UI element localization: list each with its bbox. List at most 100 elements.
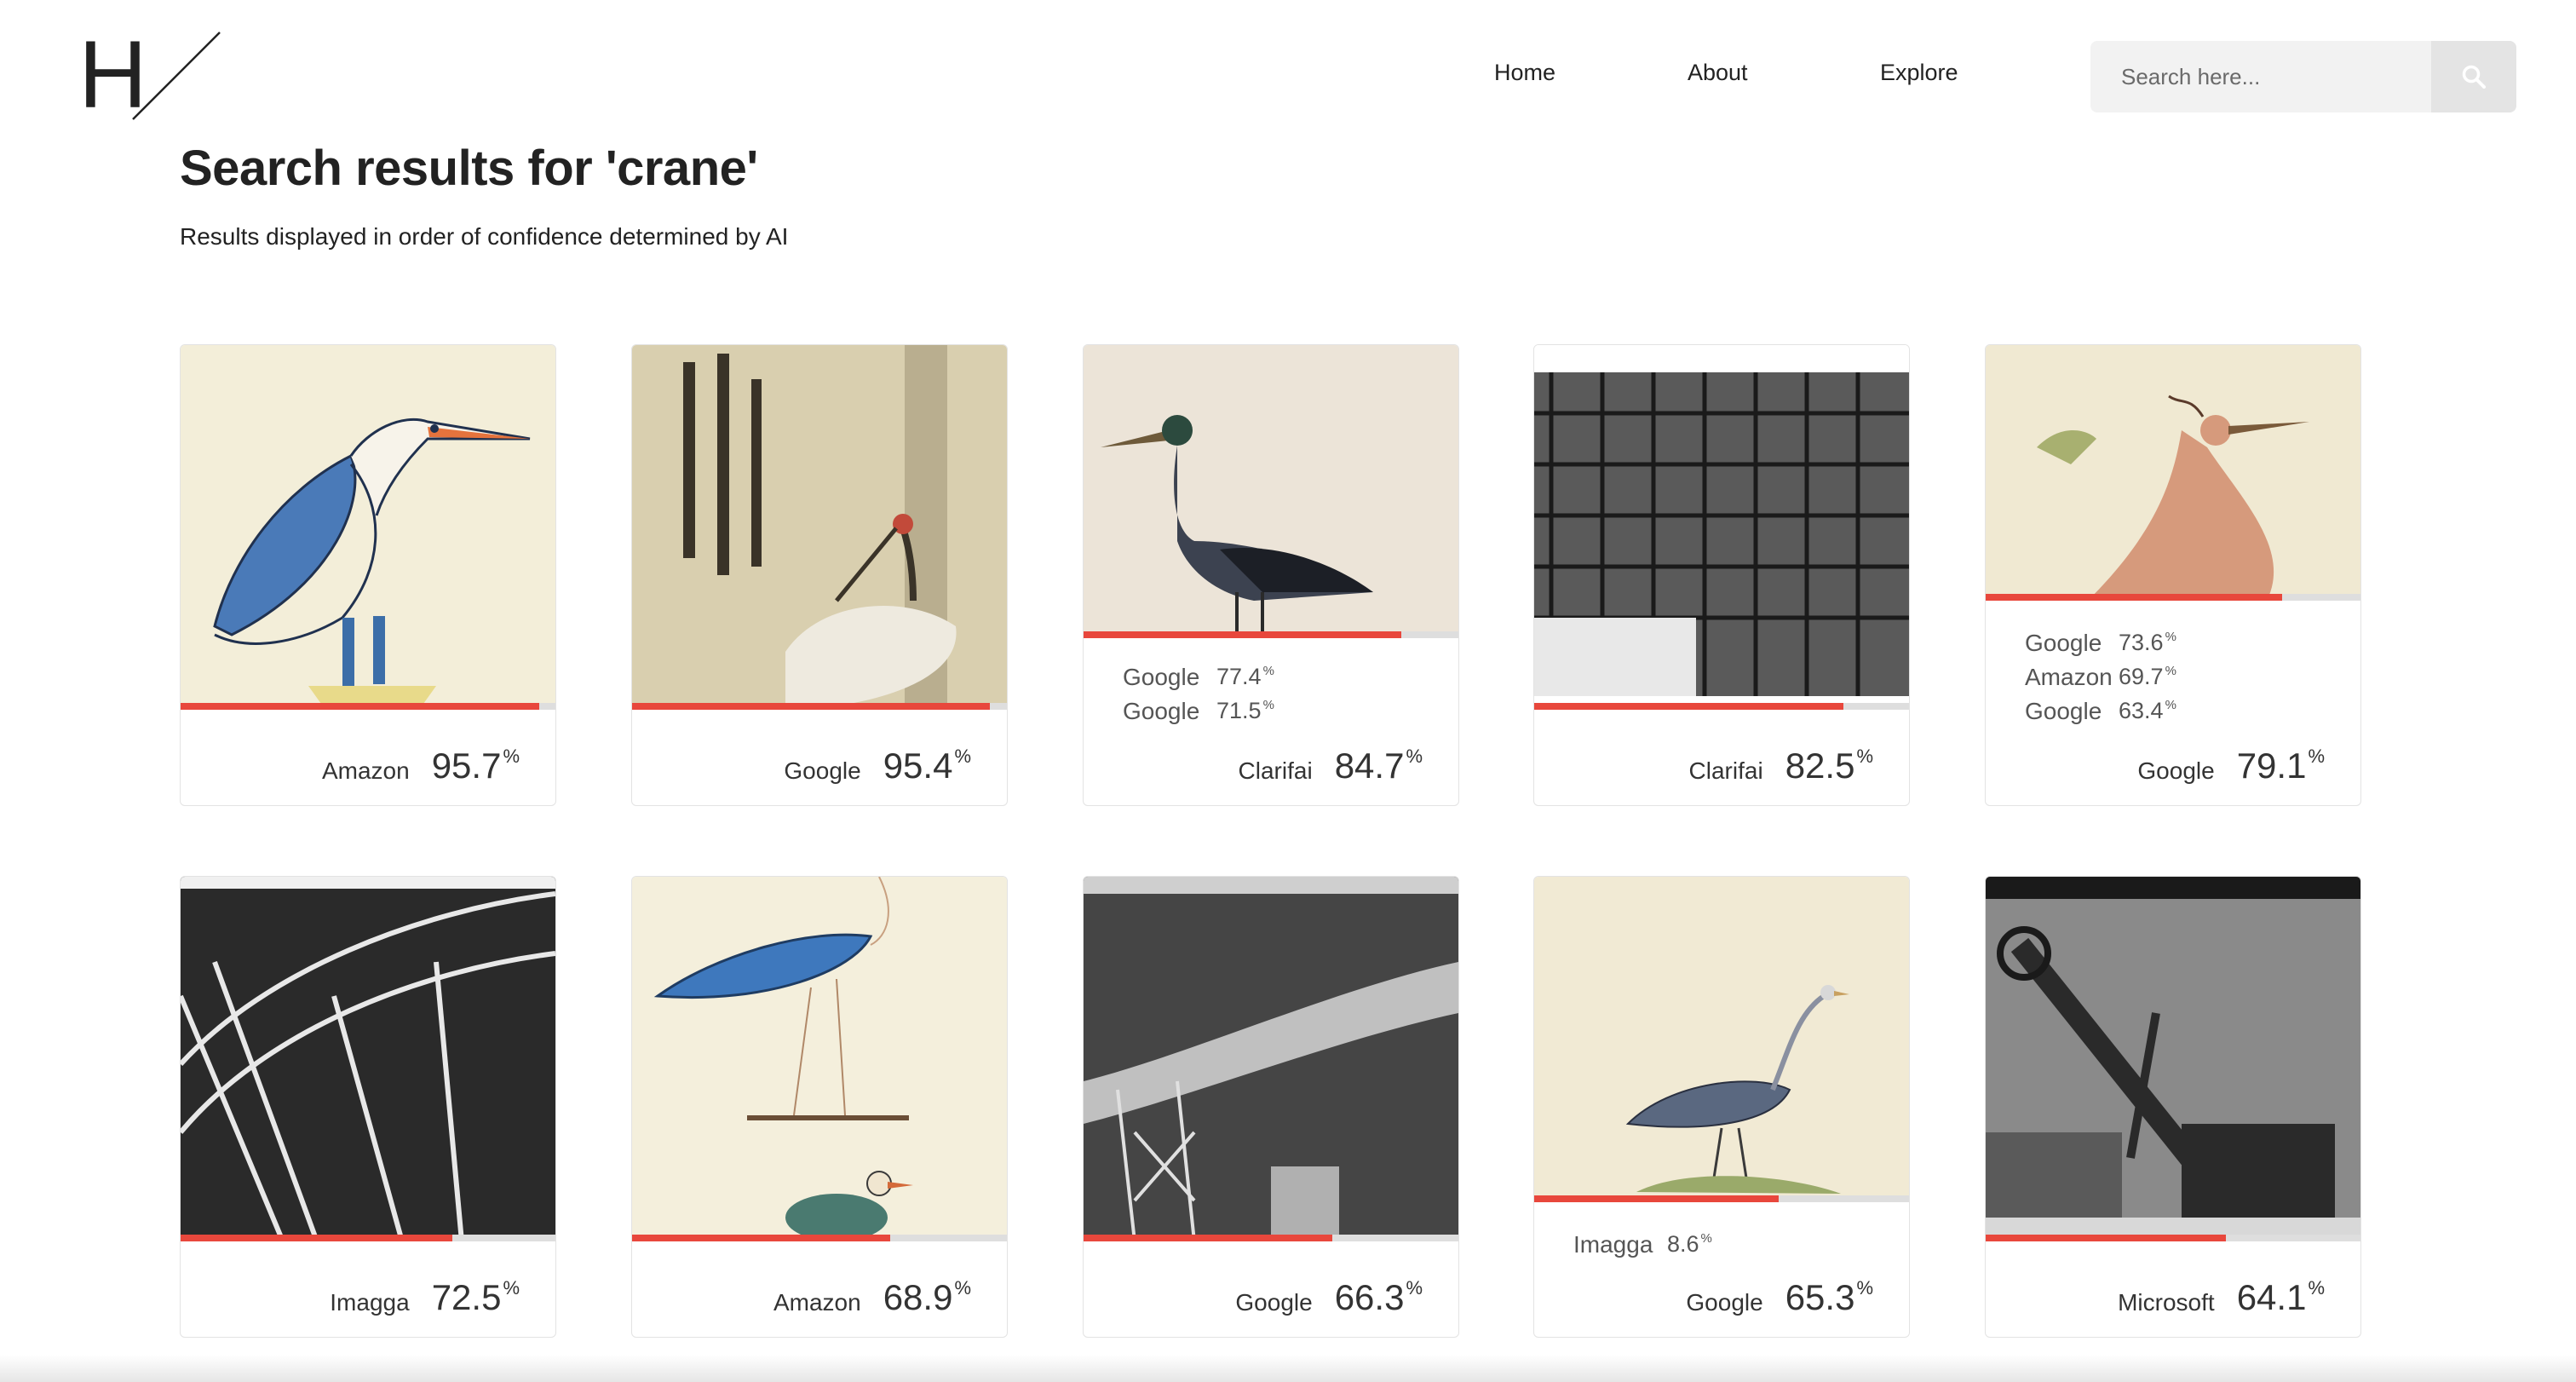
result-image <box>181 345 555 710</box>
search-input[interactable] <box>2090 41 2431 112</box>
confidence-bar <box>632 1235 1007 1241</box>
search-bar <box>2090 41 2516 112</box>
result-card[interactable]: Google 73.6 % Amazon 69.7 % Google 63.4 … <box>1985 344 2361 806</box>
result-card[interactable]: Google 77.4 % Google 71.5 % Clarifai 84.… <box>1083 344 1459 806</box>
percent-sign: % <box>2165 630 2176 644</box>
search-icon <box>2462 65 2486 89</box>
percent-sign: % <box>2165 664 2176 678</box>
confidence-bar <box>1534 1195 1909 1202</box>
percent-sign: % <box>1406 1277 1423 1299</box>
score-value: 84.7 <box>1334 746 1405 786</box>
percent-sign: % <box>2165 698 2176 712</box>
extra-provider: Amazon <box>2025 664 2113 690</box>
score-block: Microsoft 64.1 % <box>2118 1277 2325 1318</box>
confidence-bar-fill <box>181 703 540 710</box>
percent-sign: % <box>1700 1231 1712 1246</box>
page-title: Search results for 'crane' <box>180 141 758 196</box>
percent-sign: % <box>954 746 971 767</box>
extra-value: 8.6 <box>1667 1231 1699 1257</box>
provider-label: Clarifai <box>1238 757 1313 784</box>
window-bottom-edge <box>0 1355 2576 1382</box>
score-value: 79.1 <box>2236 746 2307 786</box>
result-image <box>632 345 1007 710</box>
confidence-bar-fill <box>1084 1235 1332 1241</box>
confidence-bar-fill <box>632 703 990 710</box>
result-card[interactable]: Amazon 95.7 % <box>180 344 556 806</box>
extra-scores: Imagga 8.6 % <box>1573 1231 1712 1265</box>
percent-sign: % <box>954 1277 971 1299</box>
provider-label: Google <box>1686 1289 1763 1316</box>
score-value: 95.7 <box>431 746 502 786</box>
score-block: Amazon 68.9 % <box>773 1277 971 1318</box>
score-block: Imagga 72.5 % <box>330 1277 520 1318</box>
extra-value: 63.4 <box>2119 698 2164 723</box>
score-block: Google 65.3 % <box>1686 1277 1873 1318</box>
page-subtitle: Results displayed in order of confidence… <box>180 223 789 250</box>
confidence-bar <box>1084 631 1458 638</box>
result-card[interactable]: Microsoft 64.1 % <box>1985 876 2361 1338</box>
extra-value: 69.7 <box>2119 664 2164 689</box>
extra-value: 73.6 <box>2119 630 2164 655</box>
confidence-bar-fill <box>1084 631 1401 638</box>
extra-score-row: Imagga 8.6 % <box>1573 1231 1712 1265</box>
nav-home-link[interactable]: Home <box>1494 60 1555 86</box>
nav-explore-link[interactable]: Explore <box>1880 60 1958 86</box>
confidence-bar-fill <box>1986 594 2283 601</box>
score-value: 95.4 <box>883 746 953 786</box>
provider-label: Amazon <box>773 1289 861 1316</box>
score-value: 65.3 <box>1785 1277 1855 1317</box>
provider-label: Google <box>2137 757 2215 784</box>
confidence-bar <box>632 703 1007 710</box>
result-image <box>1084 345 1458 638</box>
confidence-bar <box>1986 1235 2360 1241</box>
confidence-bar <box>1084 1235 1458 1241</box>
provider-label: Microsoft <box>2118 1289 2215 1316</box>
extra-value: 71.5 <box>1216 698 1262 723</box>
extra-scores: Google 77.4 % Google 71.5 % <box>1123 664 1274 732</box>
result-card[interactable]: Google 95.4 % <box>631 344 1008 806</box>
result-image <box>1986 345 2360 601</box>
confidence-bar <box>1986 594 2360 601</box>
extra-provider: Google <box>1123 698 1200 724</box>
percent-sign: % <box>1262 698 1274 712</box>
site-logo[interactable]: H <box>78 27 223 123</box>
percent-sign: % <box>1856 746 1873 767</box>
score-value: 72.5 <box>431 1277 502 1317</box>
result-card[interactable]: Imagga 8.6 % Google 65.3 % <box>1533 876 1910 1338</box>
extra-score-row: Google 77.4 % <box>1123 664 1274 698</box>
score-value: 68.9 <box>883 1277 953 1317</box>
result-card[interactable]: Clarifai 82.5 % <box>1533 344 1910 806</box>
percent-sign: % <box>503 1277 520 1299</box>
provider-label: Clarifai <box>1688 757 1763 784</box>
score-value: 66.3 <box>1334 1277 1405 1317</box>
result-image <box>632 877 1007 1241</box>
extra-provider: Google <box>2025 698 2102 724</box>
nav-about-link[interactable]: About <box>1688 60 1748 86</box>
percent-sign: % <box>1406 746 1423 767</box>
score-block: Clarifai 84.7 % <box>1239 746 1423 786</box>
score-value: 64.1 <box>2236 1277 2307 1317</box>
provider-label: Amazon <box>321 757 410 784</box>
score-block: Google 79.1 % <box>2137 746 2325 786</box>
result-card[interactable]: Amazon 68.9 % <box>631 876 1008 1338</box>
confidence-bar <box>181 703 555 710</box>
extra-provider: Google <box>2025 630 2102 656</box>
confidence-bar-fill <box>1986 1235 2227 1241</box>
percent-sign: % <box>2308 1277 2325 1299</box>
percent-sign: % <box>503 746 520 767</box>
extra-provider: Imagga <box>1573 1231 1653 1258</box>
provider-label: Google <box>1235 1289 1313 1316</box>
confidence-bar-fill <box>1534 1195 1780 1202</box>
extra-value: 77.4 <box>1216 664 1262 689</box>
result-card[interactable]: Google 66.3 % <box>1083 876 1459 1338</box>
result-image <box>1986 877 2360 1241</box>
extra-score-row: Google 63.4 % <box>2025 698 2176 732</box>
extra-provider: Google <box>1123 664 1200 690</box>
provider-label: Imagga <box>330 1289 410 1316</box>
result-image <box>1084 877 1458 1241</box>
provider-label: Google <box>784 757 861 784</box>
search-button[interactable] <box>2431 41 2516 112</box>
score-value: 82.5 <box>1785 746 1855 786</box>
result-card[interactable]: Imagga 72.5 % <box>180 876 556 1338</box>
score-block: Google 66.3 % <box>1235 1277 1423 1318</box>
